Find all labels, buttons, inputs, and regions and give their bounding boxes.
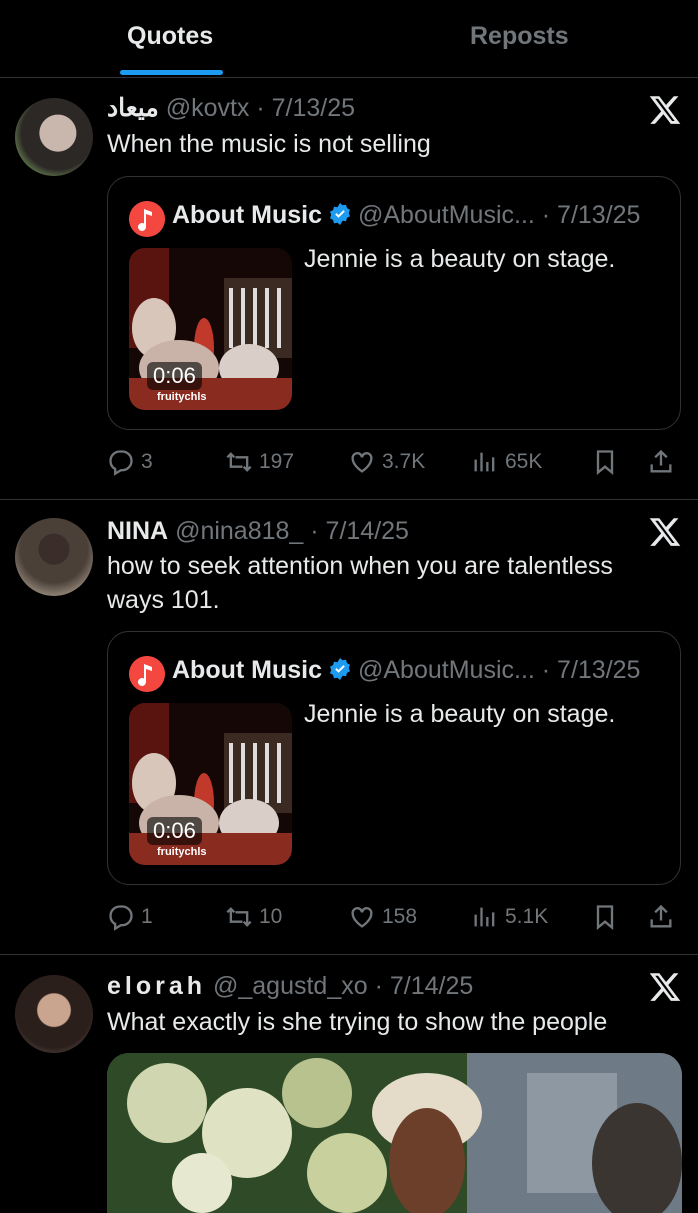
quoted-post[interactable]: About Music @AboutMusic... · 7/13/25 0:06… bbox=[107, 176, 681, 430]
views-count: 5.1K bbox=[505, 905, 549, 928]
reply-icon bbox=[109, 905, 133, 931]
reply-icon bbox=[109, 450, 133, 476]
post-meta: @nina818_ · 7/14/25 bbox=[175, 517, 409, 545]
quoted-name[interactable]: About Music bbox=[172, 656, 322, 684]
heart-icon bbox=[351, 452, 373, 473]
share-icon bbox=[650, 904, 672, 928]
x-logo-icon[interactable] bbox=[648, 93, 682, 127]
repost-icon bbox=[226, 907, 252, 927]
quoted-text: Jennie is a beauty on stage. bbox=[304, 245, 616, 273]
display-name[interactable]: ميعاد bbox=[107, 94, 159, 122]
video-duration: 0:06 bbox=[147, 362, 202, 390]
views-icon bbox=[474, 452, 495, 472]
post[interactable]: ميعاد @kovtx · 7/13/25 When the music is… bbox=[0, 78, 698, 500]
display-name[interactable]: NINA bbox=[107, 517, 168, 545]
views-count: 65K bbox=[505, 450, 543, 473]
quoted-text: Jennie is a beauty on stage. bbox=[304, 700, 616, 728]
views-button[interactable]: 65K bbox=[471, 444, 542, 480]
bookmark-button[interactable] bbox=[591, 899, 625, 935]
share-button[interactable] bbox=[647, 899, 681, 935]
avatar[interactable] bbox=[15, 518, 93, 596]
repost-count: 197 bbox=[259, 450, 295, 473]
video-thumbnail[interactable]: 0:06 fruitychls bbox=[129, 703, 292, 865]
views-button[interactable]: 5.1K bbox=[471, 899, 548, 935]
photo-content bbox=[107, 1053, 682, 1213]
post-text: When the music is not selling bbox=[107, 130, 431, 158]
video-duration: 0:06 bbox=[147, 817, 202, 845]
music-note-icon bbox=[129, 201, 165, 237]
verified-badge-icon bbox=[330, 658, 350, 680]
post-meta: @_agustd_xo · 7/14/25 bbox=[212, 972, 474, 1000]
reply-count: 1 bbox=[141, 905, 153, 928]
quoted-meta: @AboutMusic... · 7/13/25 bbox=[358, 656, 641, 684]
repost-button[interactable]: 197 bbox=[225, 444, 294, 480]
post[interactable]: NINA @nina818_ · 7/14/25 how to seek att… bbox=[0, 500, 698, 955]
bookmark-icon bbox=[596, 905, 614, 930]
repost-icon bbox=[226, 452, 252, 472]
bookmark-button[interactable] bbox=[591, 444, 625, 480]
x-logo-icon[interactable] bbox=[648, 970, 682, 1004]
video-watermark: fruitychls bbox=[157, 391, 207, 403]
reply-button[interactable]: 3 bbox=[107, 444, 153, 480]
reply-button[interactable]: 1 bbox=[107, 899, 153, 935]
tab-bar: Quotes Reposts bbox=[0, 0, 698, 78]
tab-reposts[interactable]: Reposts bbox=[470, 22, 569, 51]
like-count: 3.7K bbox=[382, 450, 426, 473]
verified-badge-icon bbox=[330, 203, 350, 225]
quoted-name[interactable]: About Music bbox=[172, 201, 322, 229]
post-text: how to seek attention when you are talen… bbox=[107, 552, 613, 614]
avatar[interactable] bbox=[15, 975, 93, 1053]
x-logo-icon[interactable] bbox=[648, 515, 682, 549]
quoted-meta: @AboutMusic... · 7/13/25 bbox=[358, 201, 641, 229]
active-tab-indicator bbox=[120, 70, 223, 75]
reply-count: 3 bbox=[141, 450, 153, 473]
avatar[interactable] bbox=[15, 98, 93, 176]
like-button[interactable]: 158 bbox=[348, 899, 417, 935]
post-text: What exactly is she trying to show the p… bbox=[107, 1008, 608, 1036]
repost-count: 10 bbox=[259, 905, 283, 928]
repost-button[interactable]: 10 bbox=[225, 899, 282, 935]
share-button[interactable] bbox=[647, 444, 681, 480]
share-icon bbox=[650, 449, 672, 473]
video-watermark: fruitychls bbox=[157, 846, 207, 858]
views-icon bbox=[474, 907, 495, 927]
like-button[interactable]: 3.7K bbox=[348, 444, 425, 480]
action-bar: 3 197 3.7K 65K bbox=[107, 444, 687, 480]
post-meta: @kovtx · 7/13/25 bbox=[165, 94, 356, 122]
video-thumbnail[interactable]: 0:06 fruitychls bbox=[129, 248, 292, 410]
bookmark-icon bbox=[596, 450, 614, 475]
action-bar: 1 10 158 5.1K bbox=[107, 899, 687, 935]
heart-icon bbox=[351, 907, 373, 928]
like-count: 158 bbox=[382, 905, 418, 928]
music-note-icon bbox=[129, 656, 165, 692]
display-name[interactable]: elorah bbox=[107, 972, 206, 1000]
quoted-post[interactable]: About Music @AboutMusic... · 7/13/25 0:06… bbox=[107, 631, 681, 885]
post-image[interactable] bbox=[107, 1053, 682, 1213]
tab-quotes[interactable]: Quotes bbox=[127, 22, 213, 51]
